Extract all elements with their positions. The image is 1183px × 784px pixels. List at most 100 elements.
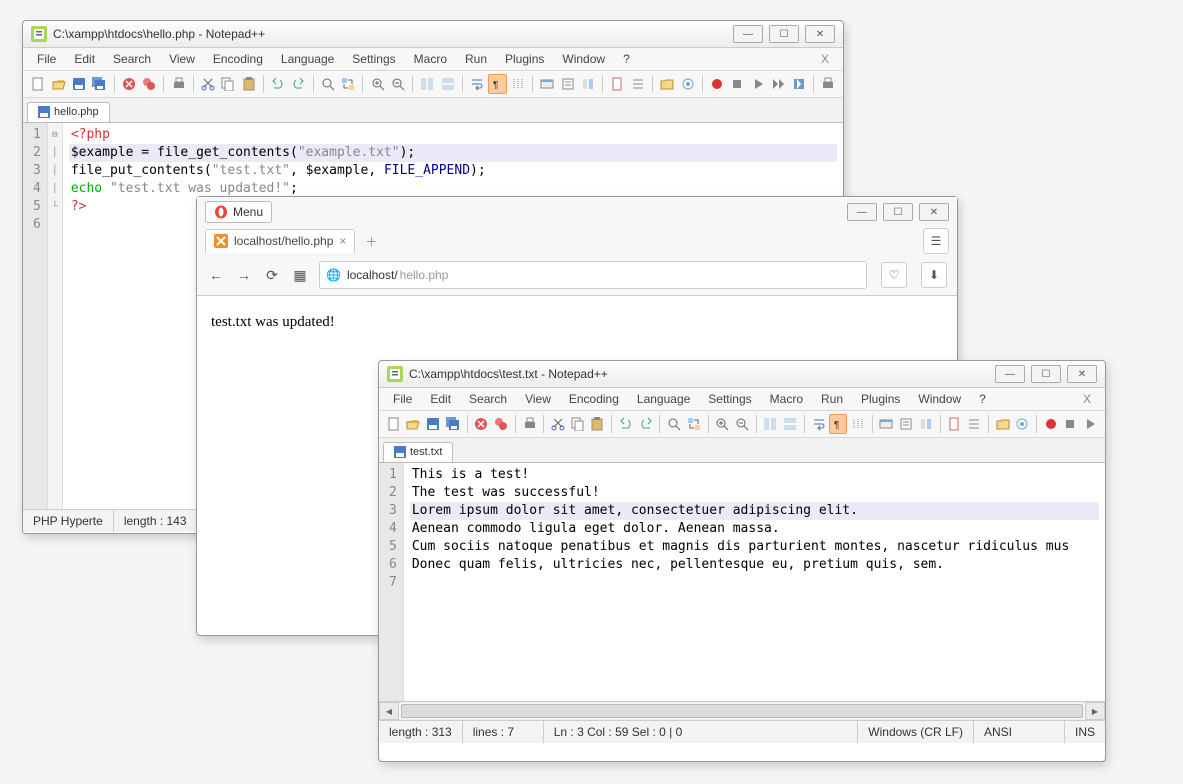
menu-x[interactable]: X bbox=[813, 50, 837, 68]
print-icon[interactable] bbox=[169, 74, 187, 94]
maximize-button[interactable]: ☐ bbox=[769, 25, 799, 43]
speed-dial-button[interactable]: ▦ bbox=[291, 266, 309, 284]
maximize-button[interactable]: ☐ bbox=[883, 203, 913, 221]
open-icon[interactable] bbox=[49, 74, 67, 94]
menu-macro[interactable]: Macro bbox=[406, 50, 455, 68]
folder-workspace-icon[interactable] bbox=[994, 414, 1012, 434]
folder-map-icon[interactable] bbox=[917, 414, 935, 434]
undo-icon[interactable] bbox=[617, 414, 635, 434]
save-macro-icon[interactable] bbox=[789, 74, 807, 94]
find-icon[interactable] bbox=[665, 414, 683, 434]
menu-encoding[interactable]: Encoding bbox=[561, 390, 627, 408]
close-all-icon[interactable] bbox=[492, 414, 510, 434]
wordwrap-icon[interactable] bbox=[810, 414, 828, 434]
menu-view[interactable]: View bbox=[517, 390, 559, 408]
paste-icon[interactable] bbox=[589, 414, 607, 434]
save-all-icon[interactable] bbox=[90, 74, 108, 94]
menu-run[interactable]: Run bbox=[813, 390, 851, 408]
zoom-out-icon[interactable] bbox=[733, 414, 751, 434]
maximize-button[interactable]: ☐ bbox=[1031, 365, 1061, 383]
menu-edit[interactable]: Edit bbox=[422, 390, 459, 408]
menu-x[interactable]: X bbox=[1075, 390, 1099, 408]
close-file-icon[interactable] bbox=[120, 74, 138, 94]
address-bar[interactable]: 🌐 localhost/hello.php bbox=[319, 261, 867, 289]
file-tab-test[interactable]: test.txt bbox=[383, 442, 453, 462]
reload-button[interactable]: ⟳ bbox=[263, 266, 281, 284]
menu-encoding[interactable]: Encoding bbox=[205, 50, 271, 68]
close-button[interactable]: ✕ bbox=[805, 25, 835, 43]
save-icon[interactable] bbox=[70, 74, 88, 94]
copy-icon[interactable] bbox=[219, 74, 237, 94]
menu-help[interactable]: ? bbox=[615, 50, 638, 68]
lang-icon[interactable] bbox=[538, 74, 556, 94]
save-icon[interactable] bbox=[424, 414, 442, 434]
doc-map-icon[interactable] bbox=[946, 414, 964, 434]
menu-window[interactable]: Window bbox=[554, 50, 613, 68]
new-tab-button[interactable]: ＋ bbox=[361, 232, 381, 250]
find-icon[interactable] bbox=[319, 74, 337, 94]
cut-icon[interactable] bbox=[199, 74, 217, 94]
all-chars-icon[interactable]: ¶ bbox=[488, 74, 506, 94]
code-area[interactable]: This is a test! The test was successful!… bbox=[404, 463, 1105, 701]
doc-list-icon[interactable] bbox=[965, 414, 983, 434]
titlebar[interactable]: C:\xampp\htdocs\hello.php - Notepad++ — … bbox=[23, 21, 843, 48]
undo-icon[interactable] bbox=[269, 74, 287, 94]
stop-icon[interactable] bbox=[728, 74, 746, 94]
minimize-button[interactable]: — bbox=[733, 25, 763, 43]
play-icon[interactable] bbox=[1081, 414, 1099, 434]
func-list-icon[interactable] bbox=[558, 74, 576, 94]
zoom-out-icon[interactable] bbox=[389, 74, 407, 94]
menu-file[interactable]: File bbox=[385, 390, 420, 408]
record-icon[interactable] bbox=[708, 74, 726, 94]
sync-h-icon[interactable] bbox=[439, 74, 457, 94]
close-button[interactable]: ✕ bbox=[919, 203, 949, 221]
close-file-icon[interactable] bbox=[473, 414, 491, 434]
monitoring-icon[interactable] bbox=[1013, 414, 1031, 434]
menu-run[interactable]: Run bbox=[457, 50, 495, 68]
stop-icon[interactable] bbox=[1062, 414, 1080, 434]
paste-icon[interactable] bbox=[240, 74, 258, 94]
play-icon[interactable] bbox=[749, 74, 767, 94]
code-editor[interactable]: 1234567 This is a test! The test was suc… bbox=[379, 463, 1105, 701]
replace-icon[interactable] bbox=[339, 74, 357, 94]
indent-guide-icon[interactable] bbox=[509, 74, 527, 94]
sync-h-icon[interactable] bbox=[781, 414, 799, 434]
h-scrollbar[interactable]: ◀ ▶ bbox=[379, 701, 1105, 720]
forward-button[interactable]: → bbox=[235, 266, 253, 284]
folder-workspace-icon[interactable] bbox=[658, 74, 676, 94]
menu-macro[interactable]: Macro bbox=[762, 390, 811, 408]
new-icon[interactable] bbox=[29, 74, 47, 94]
file-tab-hello[interactable]: hello.php bbox=[27, 102, 110, 122]
menu-language[interactable]: Language bbox=[629, 390, 698, 408]
menu-settings[interactable]: Settings bbox=[700, 390, 759, 408]
close-button[interactable]: ✕ bbox=[1067, 365, 1097, 383]
minimize-button[interactable]: — bbox=[847, 203, 877, 221]
tab-close-icon[interactable]: × bbox=[339, 234, 346, 248]
scroll-track[interactable] bbox=[399, 703, 1085, 719]
menu-search[interactable]: Search bbox=[105, 50, 159, 68]
replace-icon[interactable] bbox=[685, 414, 703, 434]
sync-v-icon[interactable] bbox=[418, 74, 436, 94]
menu-window[interactable]: Window bbox=[910, 390, 969, 408]
bookmark-button[interactable]: ♡ bbox=[881, 262, 907, 288]
print-icon[interactable] bbox=[521, 414, 539, 434]
download-button[interactable]: ⬇ bbox=[921, 262, 947, 288]
indent-guide-icon[interactable] bbox=[849, 414, 867, 434]
browser-tab[interactable]: localhost/hello.php × bbox=[205, 229, 355, 253]
minimize-button[interactable]: — bbox=[995, 365, 1025, 383]
menu-edit[interactable]: Edit bbox=[66, 50, 103, 68]
menu-search[interactable]: Search bbox=[461, 390, 515, 408]
record-icon[interactable] bbox=[1042, 414, 1060, 434]
scroll-thumb[interactable] bbox=[401, 704, 1083, 718]
zoom-in-icon[interactable] bbox=[713, 414, 731, 434]
copy-icon[interactable] bbox=[569, 414, 587, 434]
redo-icon[interactable] bbox=[289, 74, 307, 94]
play-multi-icon[interactable] bbox=[769, 74, 787, 94]
scroll-right-icon[interactable]: ▶ bbox=[1085, 702, 1105, 720]
redo-icon[interactable] bbox=[637, 414, 655, 434]
menu-plugins[interactable]: Plugins bbox=[853, 390, 908, 408]
menu-help[interactable]: ? bbox=[971, 390, 994, 408]
menu-view[interactable]: View bbox=[161, 50, 203, 68]
monitoring-icon[interactable] bbox=[678, 74, 696, 94]
wordwrap-icon[interactable] bbox=[468, 74, 486, 94]
